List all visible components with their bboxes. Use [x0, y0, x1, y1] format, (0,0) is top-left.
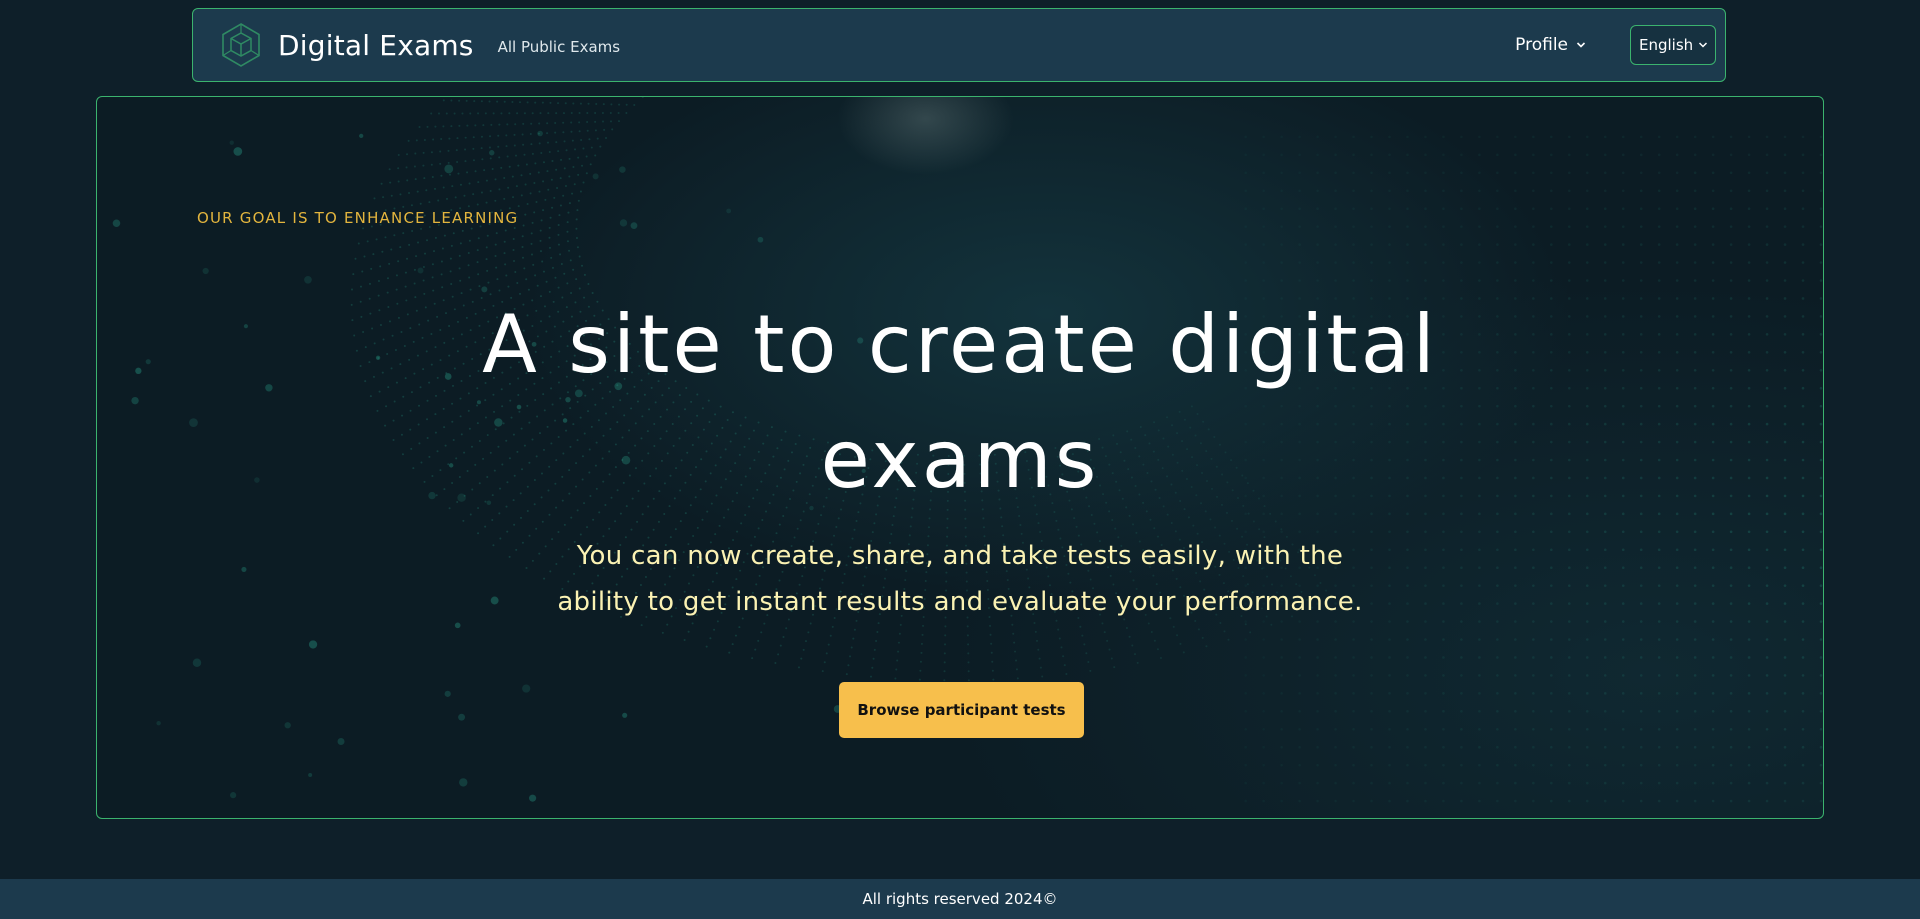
browse-participant-tests-button[interactable]: Browse participant tests: [839, 682, 1084, 738]
brand-home-link[interactable]: Digital Exams: [220, 22, 474, 68]
nav-link-all-public-exams[interactable]: All Public Exams: [498, 38, 621, 56]
hero-subtitle-line: ability to get instant results and evalu…: [557, 587, 1363, 617]
chevron-down-icon: [1698, 42, 1708, 48]
hero-section: OUR GOAL IS TO ENHANCE LEARNING A site t…: [96, 96, 1824, 819]
hero-subtitle-line: You can now create, share, and take test…: [576, 541, 1344, 571]
brand-name: Digital Exams: [278, 28, 474, 62]
hero-title: A site to create digital exams: [97, 287, 1823, 517]
hero-eyebrow: OUR GOAL IS TO ENHANCE LEARNING: [197, 209, 519, 227]
hero-subtitle: You can now create, share, and take test…: [97, 533, 1823, 625]
hero-title-line: A site to create digital: [482, 298, 1438, 391]
footer-copyright: All rights reserved 2024©: [862, 890, 1058, 908]
language-select[interactable]: English: [1630, 25, 1716, 65]
top-navbar: Digital Exams All Public Exams Profile E…: [192, 8, 1726, 82]
cube-hexagon-icon: [222, 23, 260, 67]
language-select-value: English: [1639, 36, 1694, 54]
navbar-right-group: Profile English: [1515, 25, 1725, 65]
footer: All rights reserved 2024©: [0, 879, 1920, 919]
hero-title-line: exams: [820, 413, 1100, 506]
chevron-down-icon: [1576, 42, 1586, 48]
profile-dropdown[interactable]: Profile: [1515, 35, 1586, 55]
profile-label: Profile: [1515, 35, 1568, 55]
